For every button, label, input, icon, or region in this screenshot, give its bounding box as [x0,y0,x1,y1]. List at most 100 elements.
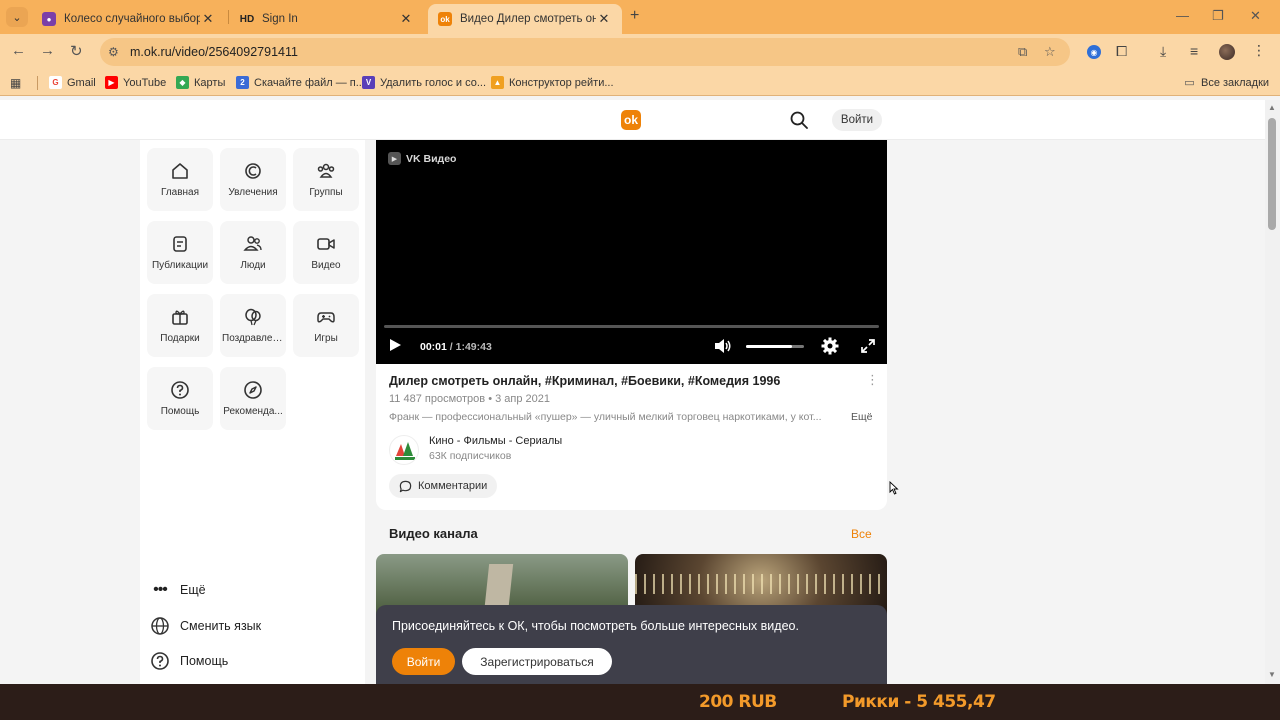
nav-tile-label: Публикации [151,260,209,271]
more-vertical-icon[interactable]: ⋮ [866,372,879,388]
progress-bar[interactable] [384,325,879,328]
scroll-up-icon[interactable]: ▲ [1268,103,1276,112]
bookmark-remove-voice[interactable]: V Удалить голос и со... [362,76,486,89]
gift-icon [172,310,188,325]
video-icon [317,238,335,250]
wheel-favicon-icon: ● [42,12,56,26]
ok-logo[interactable]: ok [621,110,641,130]
volume-icon[interactable] [714,338,732,354]
nav-change-language[interactable]: Сменить язык [150,616,261,636]
channel-logo-icon [395,442,415,460]
people-icon [243,236,262,251]
settings-gear-icon[interactable] [821,337,839,355]
nav-tile-label: Подарки [160,333,200,344]
bookmark-gmail[interactable]: G Gmail [49,76,96,89]
address-bar[interactable]: ⚙ m.ok.ru/video/2564092791411 ⧉ ☆ [100,38,1070,66]
balloons-icon [245,308,261,326]
minimize-icon[interactable]: — [1176,8,1189,23]
install-app-icon[interactable]: ⧉ [1018,44,1027,60]
volume-fill [746,345,793,348]
extensions-puzzle-icon[interactable]: ⧠ [1116,43,1127,60]
bookmark-label: Скачайте файл — п... [254,76,365,89]
tab-title: Sign In [262,13,298,25]
tab-sign-in[interactable]: HD Sign In ✕ [230,4,424,34]
scroll-thumb[interactable] [1268,118,1276,230]
maximize-icon[interactable]: ❐ [1212,8,1224,24]
nav-tile-label: Рекоменда... [223,406,283,417]
volume-slider[interactable] [746,345,804,348]
duration: 1:49:43 [455,341,492,353]
browser-toolbar: ← → ↻ ⚙ m.ok.ru/video/2564092791411 ⧉ ☆ … [0,34,1280,70]
register-button[interactable]: Зарегистрироваться [462,648,612,675]
nav-help-label: Помощь [180,654,229,668]
close-icon[interactable]: ✕ [200,11,216,27]
tab-title: Колесо случайного выбора - [64,13,200,25]
hobby-icon [245,163,261,179]
video-info-card: Дилер смотреть онлайн, #Криминал, #Боеви… [376,364,887,510]
bookmark-star-icon[interactable]: ☆ [1044,44,1056,60]
forward-icon[interactable]: → [40,42,55,59]
nav-tile-games[interactable]: Игры [293,294,359,357]
nav-tile-home[interactable]: Главная [147,148,213,211]
close-icon[interactable]: ✕ [398,11,414,27]
close-icon[interactable]: ✕ [596,11,612,27]
nav-tile-groups[interactable]: Группы [293,148,359,211]
nav-tile-greetings[interactable]: Поздравлен... [220,294,286,357]
apps-grid-icon[interactable]: ▦ [10,76,21,90]
profile-avatar[interactable] [1219,44,1235,60]
login-button[interactable]: Войти [832,109,882,131]
nav-tile-video[interactable]: Видео [293,221,359,284]
url-text[interactable]: m.ok.ru/video/2564092791411 [130,45,298,59]
nav-help[interactable]: Помощь [150,651,228,671]
back-icon[interactable]: ← [11,42,26,59]
nav-language-label: Сменить язык [180,619,262,633]
bookmark-download-file[interactable]: 2 Скачайте файл — п... [236,76,365,89]
play-icon[interactable] [388,338,402,352]
tab-wheel[interactable]: ● Колесо случайного выбора - ✕ [32,4,226,34]
bookmark-rating-builder[interactable]: ▲ Конструктор рейти... [491,76,614,89]
nav-tile-recommendations[interactable]: Рекоменда... [220,367,286,430]
stream-overlay-bar: 200 RUB Рикки - 5 455,47 [0,684,1280,720]
bookmark-maps[interactable]: ◆ Карты [176,76,225,89]
bookmark-label: Конструктор рейти... [509,76,614,89]
all-bookmarks[interactable]: ▭ Все закладки [1183,76,1269,90]
nav-tile-label: Помощь [160,406,200,417]
tab-search-button[interactable]: ⌄ [6,7,28,27]
join-login-button[interactable]: Войти [392,648,455,675]
media-controls-icon[interactable]: ≡ [1190,43,1198,59]
nav-tile-posts[interactable]: Публикации [147,221,213,284]
video-player[interactable]: ▶ VK Видео 00:01 / 1:49:43 [376,140,887,364]
bookmarks-divider [37,76,38,90]
folder-icon: ▭ [1184,77,1195,89]
window-close-icon[interactable]: ✕ [1250,8,1261,24]
reload-icon[interactable]: ↻ [70,42,83,60]
nav-tile-people[interactable]: Люди [220,221,286,284]
channel-avatar[interactable] [389,435,419,465]
meta-separator: • [488,393,493,405]
tab-ok-video[interactable]: ok Видео Дилер смотреть онлайн ✕ [428,4,622,34]
description-more-link[interactable]: Ещё [851,411,872,423]
page-scrollbar[interactable]: ▲ ▼ [1265,100,1280,684]
help-icon [171,381,189,399]
nav-tile-gifts[interactable]: Подарки [147,294,213,357]
download-icon[interactable]: ⤓ [1160,43,1166,60]
search-icon[interactable] [789,110,809,130]
fullscreen-icon[interactable] [860,338,876,354]
nav-more-label: Ещё [180,583,206,597]
menu-dots-icon[interactable]: ⋮ [1252,42,1266,59]
nav-tile-hobbies[interactable]: Увлечения [220,148,286,211]
scroll-down-icon[interactable]: ▼ [1268,670,1276,679]
comments-button[interactable]: Комментарии [389,474,498,498]
bookmark-youtube[interactable]: ▶ YouTube [105,76,166,89]
extension-icon[interactable]: ◉ [1087,45,1101,59]
bookmark-label: Удалить голос и со... [380,76,487,89]
ok-favicon-icon: ok [438,12,452,26]
nav-tile-help[interactable]: Помощь [147,367,213,430]
help-icon [151,652,169,670]
site-info-icon[interactable]: ⚙ [108,45,119,59]
new-tab-icon[interactable]: + [630,7,639,25]
nav-more[interactable]: ••• Ещё [150,580,206,600]
channel-name[interactable]: Кино - Фильмы - Сериалы [429,435,562,447]
comment-icon [399,480,412,492]
channel-videos-all-link[interactable]: Все [851,527,872,541]
